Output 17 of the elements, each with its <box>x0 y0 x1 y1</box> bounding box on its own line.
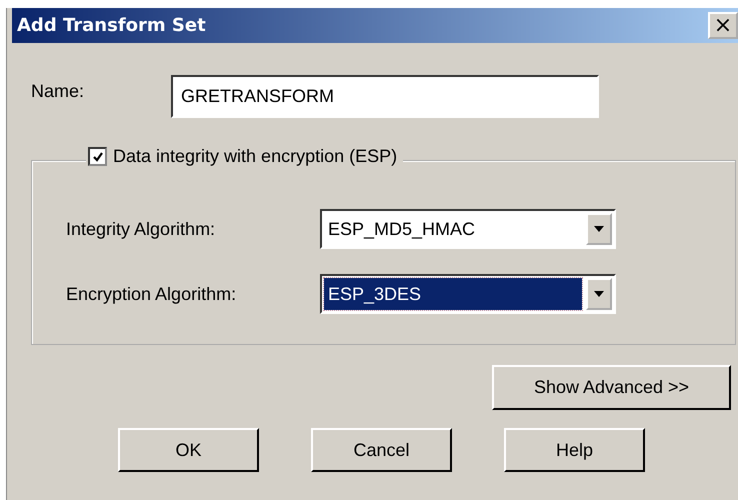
field-label: Integrity Algorithm: <box>66 218 216 240</box>
checkmark-icon <box>92 150 104 162</box>
name-label: Name: <box>31 81 86 102</box>
dropdown[interactable]: ESP_3DES <box>320 274 616 314</box>
checkbox-label: Data integrity with encryption (ESP) <box>113 146 398 167</box>
window-title: Add Transform Set <box>17 15 206 36</box>
caret-icon <box>593 290 605 298</box>
dialog-button[interactable]: Help <box>504 428 645 472</box>
close-button[interactable]: × <box>708 12 738 39</box>
checkbox[interactable] <box>88 147 107 166</box>
caret-icon <box>593 225 605 233</box>
dialog-button[interactable]: Cancel <box>311 428 452 472</box>
field-label: Encryption Algorithm: <box>66 284 238 304</box>
dropdown[interactable]: ESP_MD5_HMAC <box>320 209 616 249</box>
dialog-button[interactable]: OK <box>118 428 259 472</box>
show-advanced-button[interactable]: Show Advanced >> <box>492 365 731 410</box>
name-field[interactable]: GRETRANSFORM <box>171 75 599 118</box>
